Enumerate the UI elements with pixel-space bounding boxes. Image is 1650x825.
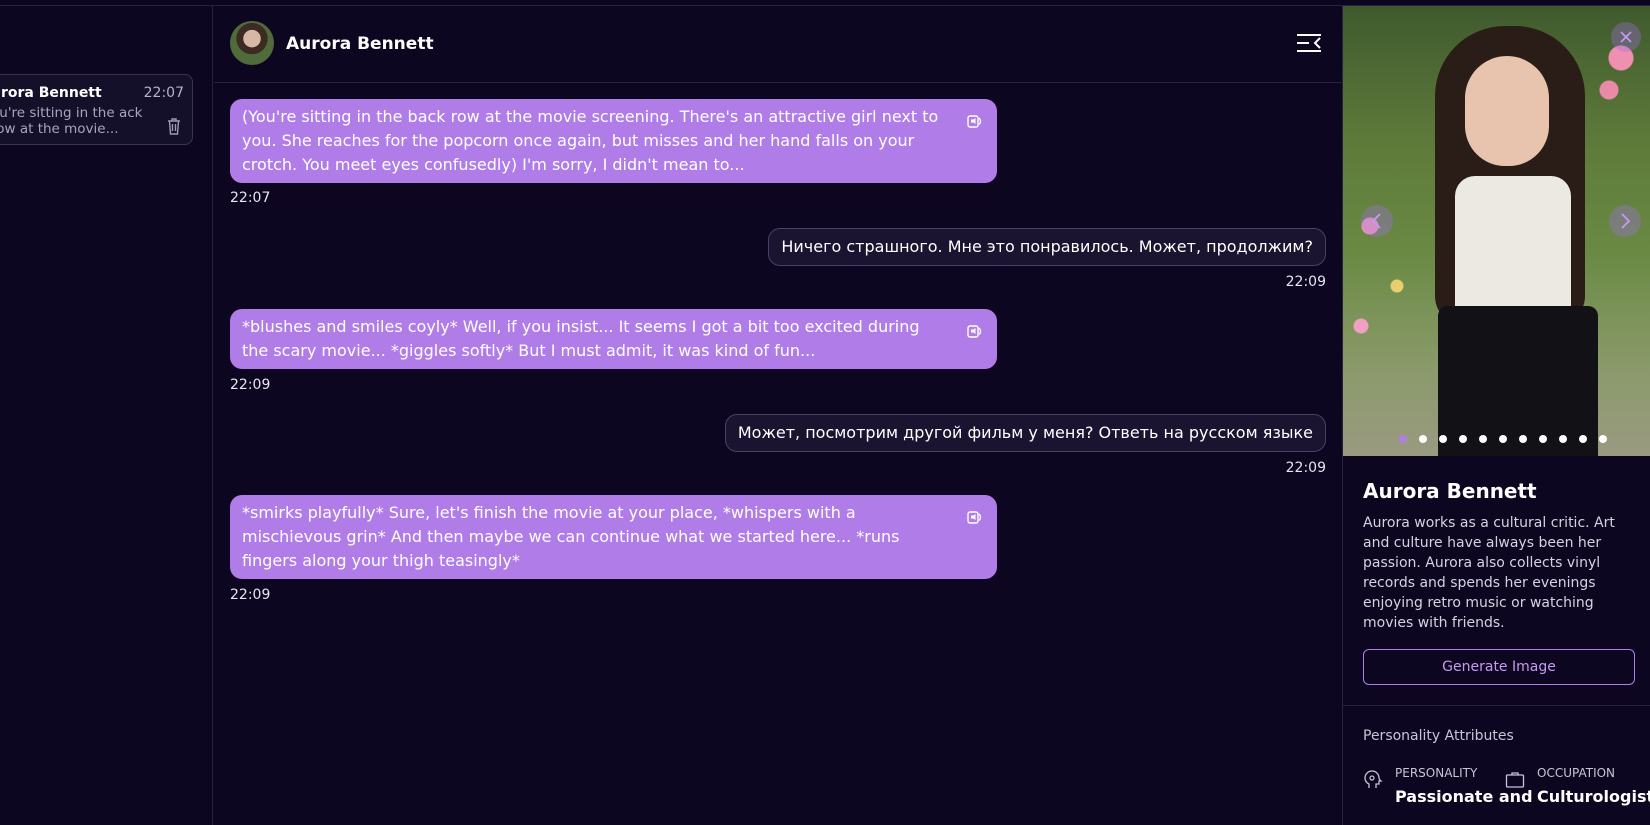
gallery-dot[interactable] xyxy=(1399,435,1407,443)
gallery-dot[interactable] xyxy=(1539,435,1547,443)
user-message: Ничего страшного. Мне это понравилось. М… xyxy=(768,228,1326,266)
attribute-value: Culturologist xyxy=(1537,787,1650,806)
profile-name: Aurora Bennett xyxy=(1363,479,1537,503)
divider xyxy=(1343,705,1650,706)
chat-title: Aurora Bennett xyxy=(286,34,434,54)
chat-header: Aurora Bennett xyxy=(214,6,1342,83)
speaker-icon[interactable] xyxy=(967,509,983,525)
user-message: Может, посмотрим другой фильм у меня? От… xyxy=(724,414,1326,452)
photo-face xyxy=(1465,56,1549,166)
gallery-dot[interactable] xyxy=(1419,435,1427,443)
chevron-left-icon[interactable] xyxy=(1361,205,1393,237)
chat-list-sidebar: urora Bennett 22:07 ou're sitting in the… xyxy=(0,6,213,825)
message-text: *smirks playfully* Sure, let's finish th… xyxy=(242,503,900,570)
chat-item-name: urora Bennett xyxy=(0,85,102,101)
brain-head-icon xyxy=(1364,770,1383,788)
chat-main: Aurora Bennett (You're sitting in the ba… xyxy=(214,6,1342,825)
message-text: (You're sitting in the back row at the m… xyxy=(242,107,939,174)
message-time: 22:09 xyxy=(1285,460,1326,476)
bot-message: (You're sitting in the back row at the m… xyxy=(230,99,997,183)
bot-message: *blushes and smiles coyly* Well, if you … xyxy=(230,309,997,369)
gallery-dot[interactable] xyxy=(1439,435,1447,443)
profile-description: Aurora works as a cultural critic. Art a… xyxy=(1363,515,1615,631)
photo-skirt xyxy=(1438,306,1598,456)
gallery-pagination xyxy=(1399,435,1607,443)
message-time: 22:09 xyxy=(230,587,271,603)
close-icon[interactable] xyxy=(1611,22,1641,52)
photo-top xyxy=(1455,176,1571,316)
gallery-dot[interactable] xyxy=(1579,435,1587,443)
speaker-icon[interactable] xyxy=(967,323,983,339)
menu-collapse-icon[interactable] xyxy=(1296,32,1322,54)
gallery-dot[interactable] xyxy=(1459,435,1467,443)
chevron-right-icon[interactable] xyxy=(1609,205,1641,237)
message-text: Может, посмотрим другой фильм у меня? От… xyxy=(737,423,1313,442)
character-photo xyxy=(1343,6,1650,456)
avatar[interactable] xyxy=(230,21,274,65)
briefcase-icon xyxy=(1505,772,1525,788)
generate-image-button[interactable]: Generate Image xyxy=(1363,649,1635,685)
character-profile-panel: Aurora Bennett Aurora works as a cultura… xyxy=(1342,6,1650,825)
chat-item-time: 22:07 xyxy=(143,85,184,101)
gallery-dot[interactable] xyxy=(1599,435,1607,443)
message-text: Ничего страшного. Мне это понравилось. М… xyxy=(781,237,1313,256)
message-text: *blushes and smiles coyly* Well, if you … xyxy=(242,317,920,360)
chat-list-item[interactable]: urora Bennett 22:07 ou're sitting in the… xyxy=(0,74,193,145)
chat-item-preview: ou're sitting in the ack row at the movi… xyxy=(0,105,143,137)
attribute-label: OCCUPATION xyxy=(1537,766,1616,780)
speaker-icon[interactable] xyxy=(967,113,983,129)
gallery-dot[interactable] xyxy=(1519,435,1527,443)
gallery-dot[interactable] xyxy=(1499,435,1507,443)
trash-icon[interactable] xyxy=(166,117,182,135)
gallery-dot[interactable] xyxy=(1479,435,1487,443)
attributes-title: Personality Attributes xyxy=(1363,728,1514,744)
message-time: 22:07 xyxy=(230,190,271,206)
gallery-dot[interactable] xyxy=(1559,435,1567,443)
message-time: 22:09 xyxy=(230,377,271,393)
message-time: 22:09 xyxy=(1285,274,1326,290)
attribute-label: PERSONALITY xyxy=(1395,766,1478,780)
bot-message: *smirks playfully* Sure, let's finish th… xyxy=(230,495,997,579)
